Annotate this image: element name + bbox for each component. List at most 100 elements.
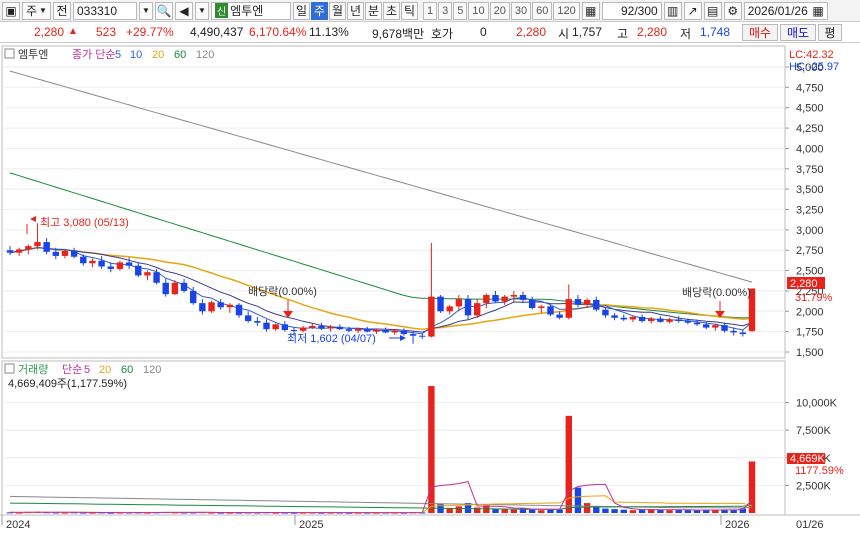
volume-bar [528, 509, 536, 513]
candle-body [43, 242, 50, 252]
quote-bar: 2,280 ▲ 523 +29.77% 4,490,437 6,170.64% … [0, 23, 860, 43]
chart-type-select[interactable]: 주 ▼ [22, 1, 51, 20]
buy-button[interactable]: 매수 [742, 24, 778, 41]
candle-body [464, 299, 472, 316]
candle-body [510, 295, 518, 297]
candle-body [135, 265, 142, 276]
candle-body [70, 251, 78, 257]
y-tick-label: 2,500 [796, 266, 824, 278]
count-value: 92 [620, 3, 635, 18]
stock-code-input[interactable]: 033310 [72, 1, 137, 20]
volume-legend-toggle[interactable] [4, 363, 15, 374]
volume-bar [455, 506, 463, 513]
volume-bar [446, 508, 453, 513]
interval-button-20[interactable]: 20 [489, 1, 510, 20]
layout-icon[interactable]: ▣ [2, 1, 20, 20]
candle-body [556, 314, 563, 318]
candle-body [244, 315, 252, 322]
line-tool-icon[interactable]: ↗ [683, 1, 702, 20]
chevron-down-icon[interactable]: ▼ [138, 1, 153, 20]
chart-area[interactable]: 5,000 4,750 4,500 4,250 4,000 3,750 3,500 3,250… [0, 45, 860, 533]
candle-body [638, 316, 646, 322]
volume-legend-item: 60 [121, 364, 133, 376]
interval-button-10[interactable]: 10 [468, 1, 489, 20]
candle-body [272, 324, 279, 330]
avg-button[interactable]: 평 [818, 24, 842, 41]
period-tab-3[interactable]: 년 [346, 1, 364, 20]
candle-body [6, 250, 14, 253]
period-tab-1[interactable]: 주 [310, 1, 328, 20]
current-pct-tag: 31.79% [795, 292, 833, 304]
mode-button[interactable]: 전 [52, 1, 71, 20]
count-field[interactable]: 92/300 [601, 1, 662, 20]
candle-body [739, 332, 747, 335]
volume-bar [666, 510, 673, 513]
candle-body [263, 322, 270, 330]
y-tick-label: 2,750 [796, 245, 824, 257]
period-tab-0[interactable]: 일 [292, 1, 310, 20]
stock-chart[interactable]: 5,0004,7504,5004,2504,0003,7503,5003,250… [0, 45, 860, 533]
hoga-price: 2,280 [516, 25, 547, 39]
candle-body [116, 262, 124, 269]
interval-button-120[interactable]: 120 [553, 1, 580, 20]
volume-bar [657, 509, 664, 513]
candle-body [446, 306, 453, 312]
volume-y-tick-label: 2,500K [796, 480, 832, 492]
interval-button-5[interactable]: 5 [453, 1, 468, 20]
sell-button[interactable]: 매도 [780, 24, 816, 41]
interval-button-60[interactable]: 60 [532, 1, 553, 20]
candle-body [730, 330, 737, 333]
candle-body [602, 309, 609, 316]
candle-body [364, 329, 371, 332]
volume-bar [556, 509, 563, 513]
stock-name-field[interactable]: 신 엠투엔 [210, 1, 291, 20]
volume-y-tick-label: 10,000K [796, 398, 838, 410]
candle-body [400, 330, 408, 335]
candle-body [409, 334, 417, 336]
candle-body [345, 329, 353, 331]
candle-body [327, 326, 334, 329]
volume-value: 4,490,437 [190, 25, 244, 39]
candle-body [144, 272, 151, 276]
volume-bar [693, 510, 701, 513]
price-legend-item: 20 [152, 49, 164, 61]
volume-bar [574, 487, 582, 513]
price-legend-toggle[interactable] [4, 48, 15, 59]
period-tab-4[interactable]: 분 [364, 1, 382, 20]
candle-body [373, 330, 380, 332]
gear-icon[interactable]: ⚙ [723, 1, 742, 20]
candle-body [547, 306, 554, 315]
candle-body [666, 319, 673, 322]
period-tab-6[interactable]: 틱 [400, 1, 418, 20]
y-tick-label: 4,750 [796, 82, 824, 94]
high-label: 고 [617, 27, 629, 41]
interval-button-3[interactable]: 3 [438, 1, 453, 20]
volume-bar [620, 509, 627, 513]
search-icon[interactable]: 🔍 [154, 1, 173, 20]
price-change-pct: +29.77% [126, 25, 174, 39]
low-annotation-text: 최저 1,602 (04/07) [287, 332, 376, 345]
candle-body [107, 266, 114, 269]
speaker-icon[interactable]: ◀ [174, 1, 193, 20]
candle-body [657, 318, 664, 322]
date-field[interactable]: 2026/01/26 ▦ [743, 1, 828, 20]
calendar-icon[interactable]: ▦ [581, 1, 600, 20]
period-tabs: 일주월년분초틱 [292, 1, 418, 20]
current-volume-text: 4,669,409주(1,177.59%) [8, 378, 127, 390]
candle-body [620, 317, 627, 320]
interval-button-30[interactable]: 30 [510, 1, 532, 20]
volume-bar [583, 503, 591, 513]
x-axis-label: 2024 [6, 519, 30, 531]
interval-button-1[interactable]: 1 [422, 1, 438, 20]
period-tab-2[interactable]: 월 [328, 1, 346, 20]
volume-bar [730, 510, 737, 513]
candle-body [162, 282, 169, 295]
candle-body [25, 246, 32, 250]
period-tab-5[interactable]: 초 [382, 1, 400, 20]
candle-type-icon[interactable]: ▥ [663, 1, 682, 20]
candle-body [199, 303, 206, 312]
chevron-down-icon[interactable]: ▼ [194, 1, 209, 20]
volume-legend-item: 단순 [62, 363, 82, 376]
grid-icon[interactable]: ▤ [703, 1, 722, 20]
new-listing-badge: 신 [214, 3, 229, 18]
